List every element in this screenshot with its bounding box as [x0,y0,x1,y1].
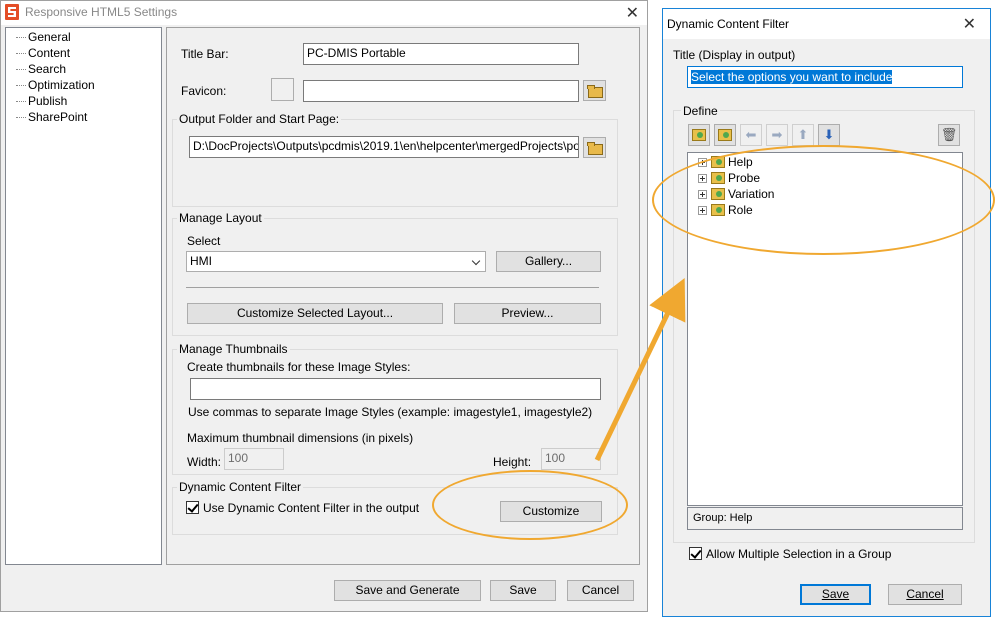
annotation-arrow-layer [594,277,686,462]
annotation-arrow [594,277,686,462]
